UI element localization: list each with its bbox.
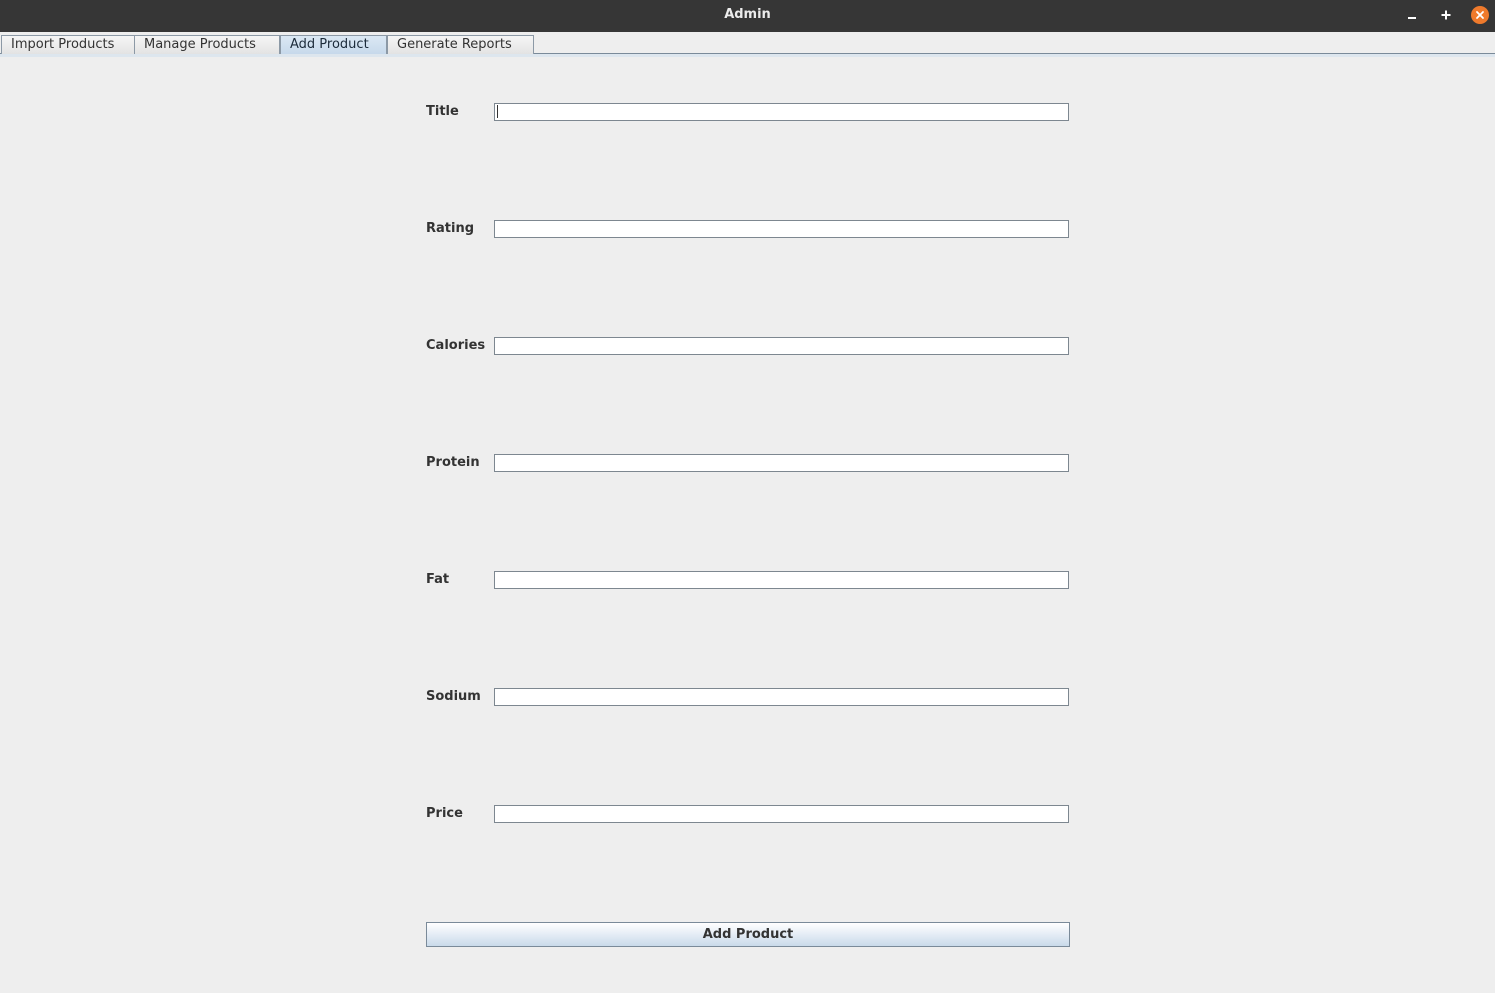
window-title: Admin [724,7,771,22]
rating-label: Rating [426,221,475,236]
admin-window: Admin Import Products Manage Products Ad… [0,0,1495,993]
tab-add-product[interactable]: Add Product [280,35,387,54]
title-bar[interactable]: Admin [0,0,1495,32]
tab-import-products[interactable]: Import Products [1,35,135,54]
price-label: Price [426,806,463,821]
sodium-label: Sodium [426,689,481,704]
title-field[interactable] [494,103,1069,121]
fat-label: Fat [426,572,450,587]
close-button[interactable] [1470,5,1490,25]
fat-field[interactable] [494,571,1069,589]
add-product-button[interactable]: Add Product [426,922,1070,947]
title-label: Title [426,104,459,119]
minimize-button[interactable] [1402,5,1422,25]
maximize-button[interactable] [1436,5,1456,25]
protein-label: Protein [426,455,480,470]
tab-generate-reports[interactable]: Generate Reports [387,35,534,54]
calories-label: Calories [426,338,486,353]
rating-field[interactable] [494,220,1069,238]
tab-content-border [0,54,1495,57]
tab-manage-products[interactable]: Manage Products [134,35,280,54]
price-field[interactable] [494,805,1069,823]
text-caret [497,105,498,118]
calories-field[interactable] [494,337,1069,355]
protein-field[interactable] [494,454,1069,472]
minimize-icon [1408,17,1416,19]
maximize-icon [1441,10,1451,20]
close-icon [1471,6,1489,24]
sodium-field[interactable] [494,688,1069,706]
